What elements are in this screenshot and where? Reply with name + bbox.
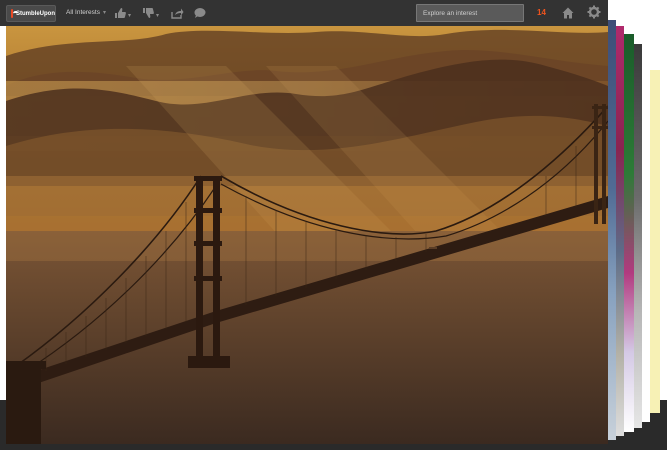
- stumble-button[interactable]: StumbleUpon: [6, 5, 56, 22]
- chevron-down-icon[interactable]: ▾: [156, 10, 159, 22]
- interests-label: All Interests: [66, 9, 100, 16]
- stumble-stage: StumbleUpon All Interests ▾ ▾ ▾ 14: [0, 0, 667, 450]
- stumble-count-badge[interactable]: 14: [537, 8, 546, 17]
- thumbs-up-icon[interactable]: [114, 7, 126, 22]
- comment-icon[interactable]: [194, 7, 206, 22]
- stumbleupon-logo-icon: [11, 9, 18, 18]
- chevron-down-icon: ▾: [102, 10, 106, 16]
- chevron-down-icon[interactable]: ▾: [128, 10, 131, 22]
- stumble-toolbar: StumbleUpon All Interests ▾ ▾ ▾ 14: [0, 0, 608, 26]
- stumble-button-label: StumbleUpon: [16, 10, 55, 17]
- share-icon[interactable]: [171, 7, 184, 22]
- interests-dropdown[interactable]: All Interests ▾: [66, 9, 106, 16]
- gear-icon[interactable]: [587, 5, 601, 19]
- home-icon[interactable]: [561, 6, 575, 20]
- golden-gate-bridge-photo: [6, 26, 608, 444]
- interest-search-input[interactable]: [416, 4, 524, 22]
- thumbs-down-icon[interactable]: [142, 7, 154, 22]
